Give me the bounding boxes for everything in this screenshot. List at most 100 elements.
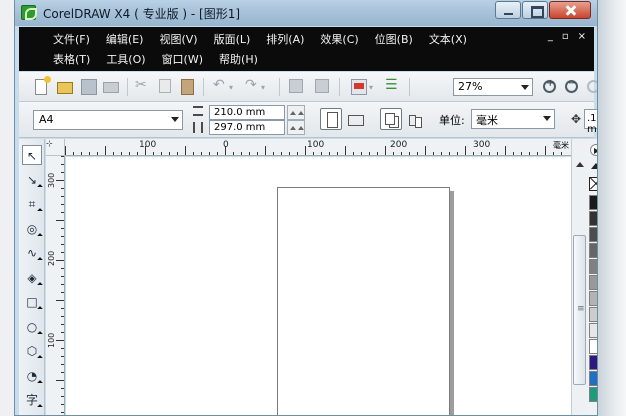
landscape-orientation-button[interactable] bbox=[344, 108, 366, 130]
zoom-fit-icon[interactable] bbox=[587, 80, 597, 93]
launcher-dropdown-icon[interactable]: ▾ bbox=[369, 83, 385, 99]
application-launcher-icon[interactable] bbox=[351, 79, 367, 95]
palette-scroll-up-icon[interactable] bbox=[591, 163, 597, 169]
polygon-tool-icon[interactable]: ⬡ bbox=[22, 341, 43, 361]
height-spinner[interactable] bbox=[287, 120, 305, 135]
color-swatch[interactable] bbox=[589, 323, 597, 338]
minimize-button[interactable] bbox=[495, 1, 521, 19]
color-swatch[interactable] bbox=[589, 227, 597, 242]
ruler-tick bbox=[61, 172, 64, 173]
scrollbar-thumb[interactable]: ≡ bbox=[573, 235, 586, 385]
toolbar-separator bbox=[127, 78, 128, 96]
portrait-orientation-button[interactable] bbox=[320, 108, 342, 130]
menu-layout[interactable]: 版面(L) bbox=[214, 31, 251, 47]
menu-file[interactable]: 文件(F) bbox=[53, 31, 90, 47]
menu-bitmaps[interactable]: 位图(B) bbox=[375, 31, 413, 47]
color-swatch[interactable] bbox=[589, 291, 597, 306]
color-swatch[interactable] bbox=[589, 339, 597, 354]
color-swatch[interactable] bbox=[589, 259, 597, 274]
color-swatch[interactable] bbox=[589, 211, 597, 226]
title-bar[interactable]: CorelDRAW X4 ( 专业版 ) - [图形1] bbox=[15, 0, 597, 26]
menu-help[interactable]: 帮助(H) bbox=[219, 51, 258, 67]
redo-dropdown-icon[interactable]: ▾ bbox=[261, 83, 277, 99]
menu-effects[interactable]: 效果(C) bbox=[320, 31, 358, 47]
menu-window[interactable]: 窗口(W) bbox=[162, 51, 203, 67]
menu-table[interactable]: 表格(T) bbox=[53, 51, 90, 67]
drawing-canvas[interactable] bbox=[66, 157, 571, 415]
ruler-tick bbox=[345, 146, 346, 155]
text-tool-icon[interactable]: 字 bbox=[22, 390, 43, 410]
undo-icon[interactable]: ↶ bbox=[213, 77, 229, 93]
units-select[interactable]: 毫米 bbox=[471, 109, 555, 129]
coreldraw-logo-icon bbox=[21, 5, 37, 20]
open-folder-icon[interactable] bbox=[57, 82, 73, 94]
menu-view[interactable]: 视图(V) bbox=[159, 31, 197, 47]
copy-icon[interactable] bbox=[159, 79, 171, 93]
color-swatch[interactable] bbox=[589, 355, 597, 370]
basic-shapes-tool-icon[interactable]: ◔ bbox=[22, 366, 43, 386]
menu-arrange[interactable]: 排列(A) bbox=[266, 31, 304, 47]
menu-text[interactable]: 文本(X) bbox=[429, 31, 467, 47]
ruler-tick bbox=[561, 152, 562, 155]
page-height-field[interactable]: 297.0 mm bbox=[209, 120, 285, 135]
doc-restore-button[interactable]: ▫ bbox=[562, 31, 569, 42]
ellipse-tool-icon[interactable]: ○ bbox=[22, 317, 43, 337]
freehand-tool-icon[interactable]: ∿ bbox=[22, 243, 43, 263]
color-swatch[interactable] bbox=[589, 371, 597, 386]
all-pages-layout-button[interactable] bbox=[380, 108, 402, 130]
maximize-button[interactable] bbox=[522, 1, 548, 19]
ruler-tick bbox=[233, 152, 234, 155]
no-color-swatch[interactable] bbox=[589, 177, 597, 191]
ruler-tick bbox=[337, 152, 338, 155]
menu-edit[interactable]: 编辑(E) bbox=[106, 31, 144, 47]
current-page-layout-button[interactable] bbox=[404, 108, 426, 130]
shape-tool-icon[interactable]: ↘ bbox=[22, 170, 43, 190]
width-spinner[interactable] bbox=[287, 105, 305, 120]
horizontal-ruler[interactable]: 毫米 100 0 100 200 300 bbox=[65, 139, 573, 156]
ruler-label: 100 bbox=[47, 332, 56, 348]
vertical-ruler[interactable]: 300 200 100 bbox=[46, 156, 65, 415]
options-icon[interactable]: ☰ bbox=[385, 77, 401, 93]
crop-tool-icon[interactable]: ⌗ bbox=[22, 194, 43, 214]
zoom-in-icon[interactable] bbox=[543, 78, 556, 93]
ruler-label: 0 bbox=[223, 140, 229, 150]
export-icon-disabled[interactable] bbox=[315, 79, 329, 93]
ruler-tick bbox=[97, 152, 98, 155]
paste-icon[interactable] bbox=[181, 79, 194, 95]
print-icon[interactable] bbox=[103, 82, 119, 93]
cut-icon[interactable]: ✂ bbox=[135, 77, 151, 93]
redo-icon[interactable]: ↷ bbox=[245, 77, 261, 93]
color-swatch[interactable] bbox=[589, 275, 597, 290]
save-icon[interactable] bbox=[81, 79, 97, 95]
zoom-level-combo[interactable]: 27% bbox=[453, 78, 533, 96]
doc-minimize-button[interactable]: _ bbox=[548, 31, 553, 42]
close-button[interactable] bbox=[549, 1, 591, 19]
scroll-up-arrow-icon[interactable] bbox=[572, 157, 587, 172]
ruler-origin-corner[interactable]: ⊹ bbox=[46, 139, 65, 156]
ruler-tick bbox=[369, 152, 370, 155]
rectangle-tool-icon[interactable]: □ bbox=[22, 292, 43, 312]
pick-tool-icon[interactable]: ↖ bbox=[22, 145, 42, 165]
ruler-tick bbox=[553, 152, 554, 155]
page-size-select[interactable]: A4 bbox=[33, 110, 183, 130]
import-icon[interactable] bbox=[289, 79, 303, 93]
drawing-page[interactable] bbox=[277, 187, 450, 415]
color-swatch[interactable] bbox=[589, 243, 597, 258]
doc-close-button[interactable]: × bbox=[578, 31, 586, 42]
ruler-tick bbox=[61, 316, 64, 317]
palette-flyout-icon[interactable] bbox=[590, 144, 597, 156]
vertical-scrollbar[interactable]: ≡ bbox=[571, 139, 587, 415]
zoom-out-icon[interactable] bbox=[565, 78, 578, 93]
ruler-tick bbox=[241, 152, 242, 155]
property-bar: A4 210.0 mm 297.0 mm 单位: 毫米 ✥ .1 m bbox=[19, 102, 597, 138]
page-width-field[interactable]: 210.0 mm bbox=[209, 105, 285, 120]
color-swatch[interactable] bbox=[589, 387, 597, 402]
nudge-distance-field[interactable]: .1 m bbox=[584, 109, 597, 135]
undo-dropdown-icon[interactable]: ▾ bbox=[229, 83, 245, 99]
smart-fill-tool-icon[interactable]: ◈ bbox=[22, 268, 43, 288]
color-swatch[interactable] bbox=[589, 307, 597, 322]
menu-tools[interactable]: 工具(O) bbox=[106, 51, 145, 67]
zoom-tool-icon[interactable]: ◎ bbox=[22, 219, 43, 239]
color-swatch[interactable] bbox=[589, 195, 597, 210]
new-document-icon[interactable] bbox=[35, 76, 51, 95]
